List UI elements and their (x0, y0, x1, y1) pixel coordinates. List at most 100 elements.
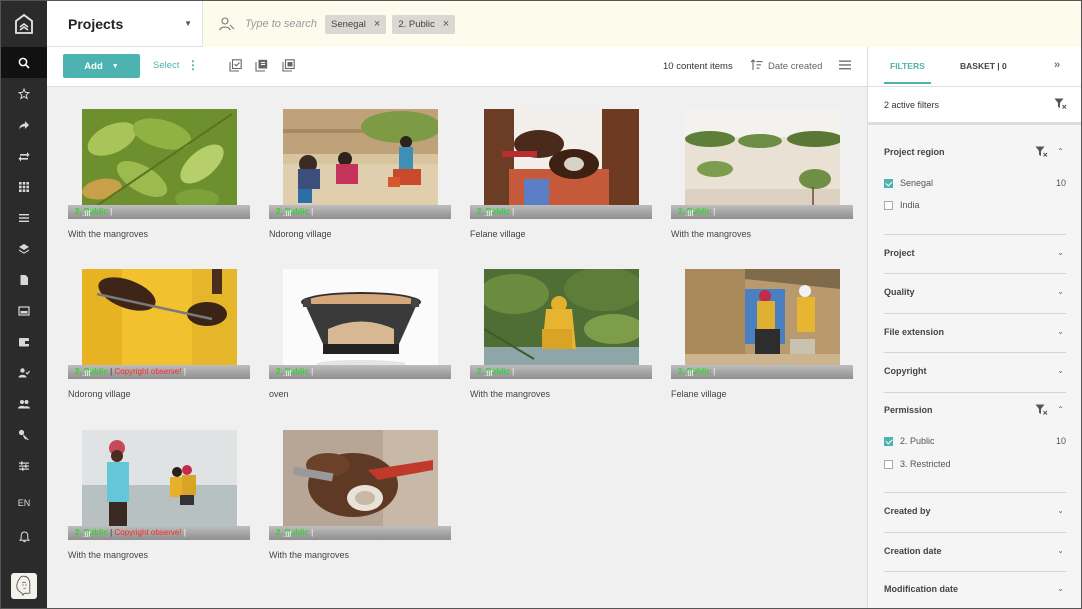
language-switch[interactable]: EN (1, 498, 47, 508)
filter-option-india[interactable]: India (884, 200, 920, 210)
item-thumbnail[interactable] (283, 430, 438, 533)
filter-section-modification-date[interactable]: Modification date ⌄ (884, 572, 1066, 608)
content-item[interactable]: 2. Public | .tif oven (269, 269, 451, 399)
item-caption[interactable]: Felane village (470, 229, 526, 239)
checkbox-checked[interactable] (884, 436, 893, 446)
search-input[interactable]: Type to search (245, 18, 325, 30)
checkbox-checked[interactable] (884, 178, 893, 188)
sort-icon[interactable] (750, 59, 763, 71)
filter-section-file-extension[interactable]: File extension ⌄ (884, 314, 1066, 353)
chevron-up-icon[interactable]: ⌃ (1057, 405, 1064, 414)
filter-option-senegal[interactable]: Senegal (884, 178, 933, 188)
copy-icon[interactable] (282, 59, 295, 72)
chevron-down-icon[interactable]: ⌄ (1057, 506, 1064, 515)
checkbox-unchecked[interactable] (884, 200, 893, 210)
sort-field-label[interactable]: Date created (768, 61, 822, 72)
item-caption[interactable]: Felane village (671, 389, 727, 399)
item-thumbnail[interactable] (283, 109, 438, 212)
filter-section-project[interactable]: Project ⌄ (884, 235, 1066, 274)
content-item[interactable]: 2. Public | Copyright observe! | .tif Wi… (68, 430, 250, 560)
item-thumbnail[interactable] (82, 430, 237, 533)
close-icon[interactable]: × (374, 18, 380, 30)
nav-list[interactable] (1, 202, 47, 233)
clear-filter-icon[interactable] (1035, 404, 1048, 416)
view-menu-icon[interactable] (839, 60, 851, 70)
notifications[interactable] (1, 531, 47, 543)
filter-section-title[interactable]: Quality (884, 287, 915, 297)
collapse-panel-icon[interactable]: » (1054, 59, 1060, 71)
filter-section-title[interactable]: Copyright (884, 366, 927, 376)
filter-section-title[interactable]: Creation date (884, 546, 942, 556)
filter-option-restricted[interactable]: 3. Restricted (884, 459, 951, 469)
clear-filter-icon[interactable] (1035, 146, 1048, 158)
nav-documents[interactable] (1, 264, 47, 295)
filter-section-title[interactable]: Permission (884, 405, 933, 415)
project-selector[interactable]: Projects ▼ (47, 1, 203, 47)
person-search-icon[interactable] (219, 17, 235, 31)
checkbox-unchecked[interactable] (884, 459, 893, 469)
item-caption[interactable]: With the mangroves (269, 550, 349, 560)
nav-images[interactable] (1, 295, 47, 326)
nav-users[interactable] (1, 388, 47, 419)
nav-search[interactable] (1, 47, 47, 78)
chevron-down-icon[interactable]: ⌄ (1057, 327, 1064, 336)
tab-basket[interactable]: BASKET | 0 (960, 61, 1007, 71)
item-thumbnail[interactable] (283, 269, 438, 372)
user-avatar[interactable] (11, 573, 37, 599)
nav-grid[interactable] (1, 171, 47, 202)
nav-settings[interactable] (1, 450, 47, 481)
nav-user-check[interactable] (1, 357, 47, 388)
more-vertical-icon[interactable]: ⋮ (187, 58, 199, 72)
select-all-icon[interactable] (229, 59, 242, 72)
filter-section-copyright[interactable]: Copyright ⌄ (884, 353, 1066, 393)
content-item[interactable]: 2. Public | .tif With the mangroves (269, 430, 451, 560)
item-thumbnail[interactable] (685, 109, 840, 212)
search-bar[interactable]: Type to search Senegal × 2. Public × (203, 1, 1081, 47)
filter-option-public[interactable]: 2. Public (884, 436, 935, 446)
nav-keys[interactable] (1, 419, 47, 450)
content-item[interactable]: 2. Public | .tif Felane village (671, 269, 853, 399)
filter-section-created-by[interactable]: Created by ⌄ (884, 493, 1066, 533)
item-thumbnail[interactable] (82, 109, 237, 212)
content-item[interactable]: 2. Public | .tif Felane village (470, 109, 652, 239)
item-caption[interactable]: oven (269, 389, 289, 399)
app-logo[interactable] (1, 1, 47, 47)
item-caption[interactable]: With the mangroves (68, 550, 148, 560)
item-thumbnail[interactable] (82, 269, 237, 372)
add-to-collection-icon[interactable] (255, 59, 268, 72)
tab-filters[interactable]: FILTERS (884, 61, 931, 84)
chevron-down-icon[interactable]: ⌄ (1057, 584, 1064, 593)
filter-section-title[interactable]: Project region (884, 147, 945, 157)
chevron-down-icon[interactable]: ⌄ (1057, 366, 1064, 375)
item-caption[interactable]: With the mangroves (68, 229, 148, 239)
item-thumbnail[interactable] (685, 269, 840, 372)
filter-section-title[interactable]: Project (884, 248, 915, 258)
content-item[interactable]: 2. Public | .tif With the mangroves (470, 269, 652, 399)
filter-section-quality[interactable]: Quality ⌄ (884, 274, 1066, 314)
nav-favorites[interactable] (1, 78, 47, 109)
nav-layers[interactable] (1, 233, 47, 264)
chevron-down-icon[interactable]: ⌄ (1057, 248, 1064, 257)
filter-section-creation-date[interactable]: Creation date ⌄ (884, 533, 1066, 572)
clear-filters-icon[interactable] (1054, 98, 1067, 110)
nav-transfer[interactable] (1, 140, 47, 171)
item-caption[interactable]: With the mangroves (671, 229, 751, 239)
close-icon[interactable]: × (443, 18, 449, 30)
filter-section-title[interactable]: File extension (884, 327, 944, 337)
add-button[interactable]: Add ▼ (63, 54, 140, 78)
select-button[interactable]: Select (153, 60, 179, 71)
nav-wallet[interactable] (1, 326, 47, 357)
content-item[interactable]: 2. Public | .tif With the mangroves (671, 109, 853, 239)
item-caption[interactable]: With the mangroves (470, 389, 550, 399)
item-caption[interactable]: Ndorong village (269, 229, 332, 239)
content-item[interactable]: 2. Public | .tif With the mangroves (68, 109, 250, 239)
chevron-up-icon[interactable]: ⌃ (1057, 147, 1064, 156)
nav-share[interactable] (1, 109, 47, 140)
item-caption[interactable]: Ndorong village (68, 389, 131, 399)
item-thumbnail[interactable] (484, 269, 639, 372)
chevron-down-icon[interactable]: ⌄ (1057, 287, 1064, 296)
chevron-down-icon[interactable]: ⌄ (1057, 546, 1064, 555)
content-item[interactable]: 2. Public | .tif Ndorong village (269, 109, 451, 239)
content-item[interactable]: 2. Public | Copyright observe! | .tif Nd… (68, 269, 250, 399)
filter-section-title[interactable]: Created by (884, 506, 931, 516)
